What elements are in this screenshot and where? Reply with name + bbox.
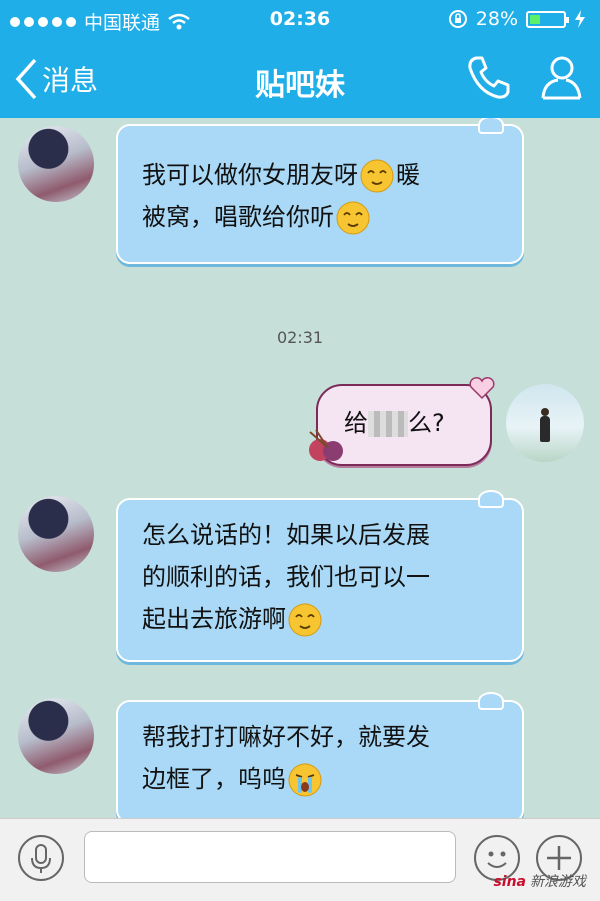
contact-avatar[interactable] bbox=[18, 496, 94, 572]
sleepy-smile-emoji bbox=[360, 159, 394, 193]
voice-button[interactable] bbox=[18, 835, 64, 881]
censored-word bbox=[368, 411, 408, 437]
message-bubble[interactable]: 我可以做你女朋友呀 暖 被窝，唱歌给你听 bbox=[116, 118, 524, 264]
message-text: 我可以做你女朋友呀 bbox=[142, 161, 358, 189]
message-text: 的顺利的话，我们也可以一 bbox=[142, 563, 430, 591]
chevron-left-icon bbox=[15, 58, 37, 100]
heart-icon bbox=[469, 377, 495, 400]
message-text: 被窝，唱歌给你听 bbox=[142, 203, 334, 231]
charging-icon bbox=[575, 10, 585, 28]
microphone-icon bbox=[31, 844, 51, 873]
battery-percent: 28% bbox=[475, 8, 518, 30]
sleepy-smile-emoji bbox=[288, 603, 322, 637]
message-text: 暖 bbox=[396, 161, 420, 189]
sleepy-smile-emoji bbox=[336, 201, 370, 235]
message-text: 帮我打打嘛好不好，就要发 bbox=[142, 723, 430, 751]
contact-avatar[interactable] bbox=[18, 126, 94, 202]
message-bubble[interactable]: 帮我打打嘛好不好，就要发 边框了，呜呜 bbox=[116, 692, 524, 818]
user-avatar[interactable] bbox=[506, 384, 584, 462]
message-text: 么? bbox=[408, 409, 445, 437]
message-input[interactable] bbox=[84, 831, 456, 883]
bubble-decoration bbox=[478, 692, 504, 710]
bubble-decoration bbox=[478, 118, 504, 134]
contact-avatar[interactable] bbox=[18, 698, 94, 774]
battery-icon bbox=[526, 10, 569, 28]
message-text: 边框了，呜呜 bbox=[142, 765, 286, 793]
yarn-ball-icon bbox=[309, 429, 343, 461]
message-text: 给 bbox=[344, 409, 368, 437]
status-bar: 中国联通 02:36 28% bbox=[0, 0, 600, 40]
phone-icon[interactable] bbox=[466, 54, 510, 100]
crying-emoji bbox=[288, 763, 322, 797]
rotation-lock-icon bbox=[448, 10, 467, 28]
message-bubble-sent[interactable]: 给 么? bbox=[309, 377, 495, 466]
contact-icon[interactable] bbox=[540, 54, 584, 100]
message-text: 起出去旅游啊 bbox=[142, 605, 286, 633]
bubble-decoration bbox=[478, 490, 504, 508]
watermark: sina 新浪游戏 bbox=[493, 871, 586, 891]
chat-area: 我可以做你女朋友呀 暖 被窝，唱歌给你听 02:31 给 么? 怎么说话的！如果以后… bbox=[0, 118, 600, 818]
input-bar: sina 新浪游戏 bbox=[0, 818, 600, 901]
nav-bar: 消息 贴吧妹 bbox=[0, 40, 600, 118]
message-bubble[interactable]: 怎么说话的！如果以后发展 的顺利的话，我们也可以一 起出去旅游啊 bbox=[116, 490, 524, 662]
message-timestamp: 02:31 bbox=[276, 328, 324, 347]
message-text: 怎么说话的！如果以后发展 bbox=[142, 521, 430, 549]
watermark-brand: sina bbox=[493, 874, 526, 890]
watermark-text: 新浪游戏 bbox=[530, 874, 586, 890]
back-button[interactable]: 消息 bbox=[14, 58, 98, 100]
back-label: 消息 bbox=[42, 64, 99, 97]
